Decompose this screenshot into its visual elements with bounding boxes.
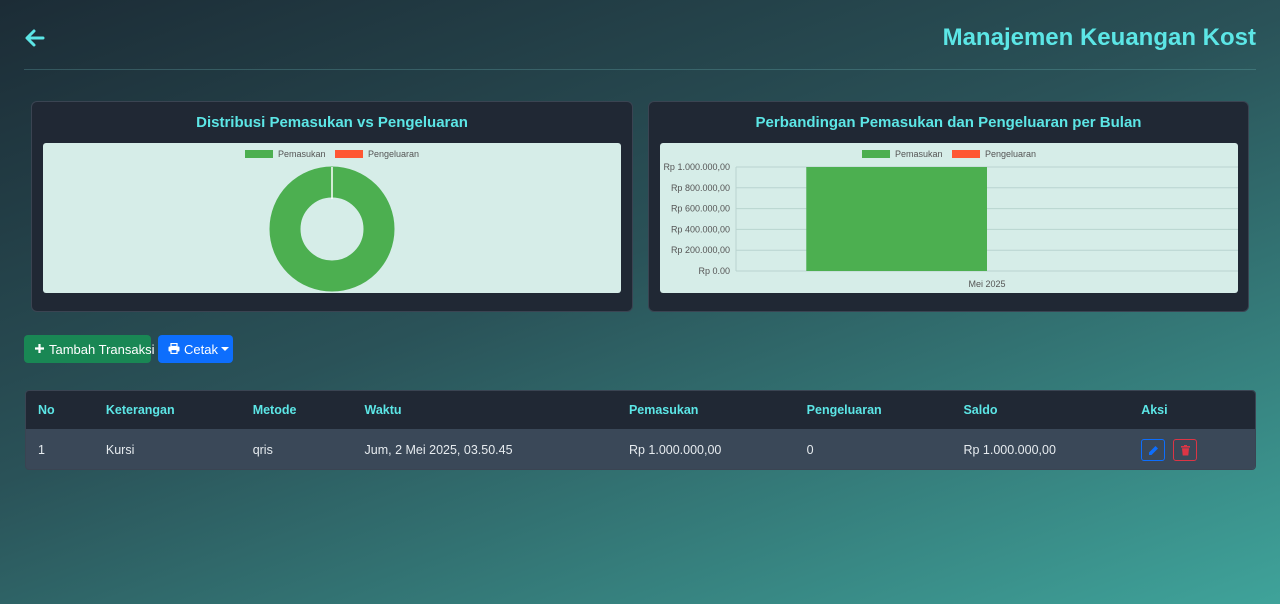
print-label: Cetak bbox=[184, 341, 218, 357]
legend-label-pengeluaran: Pengeluaran bbox=[368, 149, 419, 159]
cell-pengeluaran: 0 bbox=[806, 442, 814, 457]
y-tick-label: Rp 0.00 bbox=[698, 266, 730, 276]
column-header: No bbox=[38, 403, 55, 417]
doughnut-chart-title: Distribusi Pemasukan vs Pengeluaran bbox=[196, 114, 468, 131]
legend-swatch-pemasukan bbox=[862, 150, 890, 158]
transactions-table: No Keterangan Metode Waktu Pemasukan Pen… bbox=[25, 390, 1256, 470]
doughnut-chart-area: Pemasukan Pengeluaran bbox=[43, 143, 621, 293]
cell-waktu: Jum, 2 Mei 2025, 03.50.45 bbox=[364, 442, 513, 457]
column-header: Waktu bbox=[364, 403, 402, 417]
cell-keterangan: Kursi bbox=[105, 442, 135, 457]
legend-label-pengeluaran: Pengeluaran bbox=[985, 149, 1036, 159]
legend-swatch-pemasukan bbox=[245, 150, 273, 158]
table-row: 1 Kursi qris Jum, 2 Mei 2025, 03.50.45 R… bbox=[26, 429, 1255, 469]
y-tick-label: Rp 800.000,00 bbox=[671, 183, 730, 193]
bar-pemasukan[interactable] bbox=[806, 167, 987, 271]
cell-metode: qris bbox=[252, 442, 273, 457]
bar-chart-title: Perbandingan Pemasukan dan Pengeluaran p… bbox=[755, 114, 1142, 131]
add-transaction-label: Tambah Transaksi bbox=[49, 341, 155, 357]
y-tick-label: Rp 400.000,00 bbox=[671, 224, 730, 234]
cell-aksi bbox=[1129, 429, 1255, 469]
legend-swatch-pengeluaran bbox=[335, 150, 363, 158]
printer-icon bbox=[168, 342, 180, 357]
delete-button[interactable] bbox=[1172, 438, 1197, 461]
y-tick-label: Rp 600.000,00 bbox=[671, 204, 730, 214]
column-header: Pengeluaran bbox=[806, 403, 882, 417]
page-header: Manajemen Keuangan Kost bbox=[24, 0, 1256, 70]
cell-pemasukan: Rp 1.000.000,00 bbox=[628, 442, 722, 457]
legend-label-pemasukan: Pemasukan bbox=[895, 149, 943, 159]
bar-chart: Pemasukan Pengeluaran Rp 0.00 Rp 200.000,… bbox=[663, 149, 1238, 289]
bar-chart-area: Pemasukan Pengeluaran Rp 0.00 Rp 200.000,… bbox=[660, 143, 1238, 293]
cell-no: 1 bbox=[38, 442, 45, 457]
column-header: Metode bbox=[252, 403, 297, 417]
legend-swatch-pengeluaran bbox=[952, 150, 980, 158]
x-tick-label: Mei 2025 bbox=[968, 279, 1005, 289]
y-tick-label: Rp 200.000,00 bbox=[671, 245, 730, 255]
chart-legend: Pemasukan Pengeluaran bbox=[245, 149, 419, 159]
legend-label-pemasukan: Pemasukan bbox=[278, 149, 326, 159]
column-header: Keterangan bbox=[105, 403, 175, 417]
trash-icon bbox=[1180, 444, 1190, 455]
cell-saldo: Rp 1.000.000,00 bbox=[963, 442, 1056, 457]
bar-chart-card: Perbandingan Pemasukan dan Pengeluaran p… bbox=[648, 101, 1249, 312]
arrow-left-icon[interactable] bbox=[24, 27, 48, 53]
y-tick-label: Rp 1.000.000,00 bbox=[663, 162, 730, 172]
column-header: Saldo bbox=[963, 403, 998, 417]
plus-icon bbox=[34, 342, 45, 357]
column-header: Aksi bbox=[1141, 403, 1168, 417]
edit-button[interactable] bbox=[1141, 438, 1166, 461]
add-transaction-button[interactable]: Tambah Transaksi bbox=[24, 335, 155, 363]
doughnut-chart-card: Distribusi Pemasukan vs Pengeluaran Pema… bbox=[31, 101, 633, 312]
doughnut-chart: Pemasukan Pengeluaran bbox=[245, 149, 419, 292]
chevron-down-icon bbox=[220, 347, 229, 351]
table-header-row: No Keterangan Metode Waktu Pemasukan Pen… bbox=[26, 391, 1255, 429]
column-header: Pemasukan bbox=[628, 403, 699, 417]
chart-legend: Pemasukan Pengeluaran bbox=[862, 149, 1036, 159]
edit-icon bbox=[1149, 445, 1159, 455]
page-title: Manajemen Keuangan Kost bbox=[942, 24, 1256, 51]
print-dropdown-button[interactable]: Cetak bbox=[158, 335, 233, 363]
